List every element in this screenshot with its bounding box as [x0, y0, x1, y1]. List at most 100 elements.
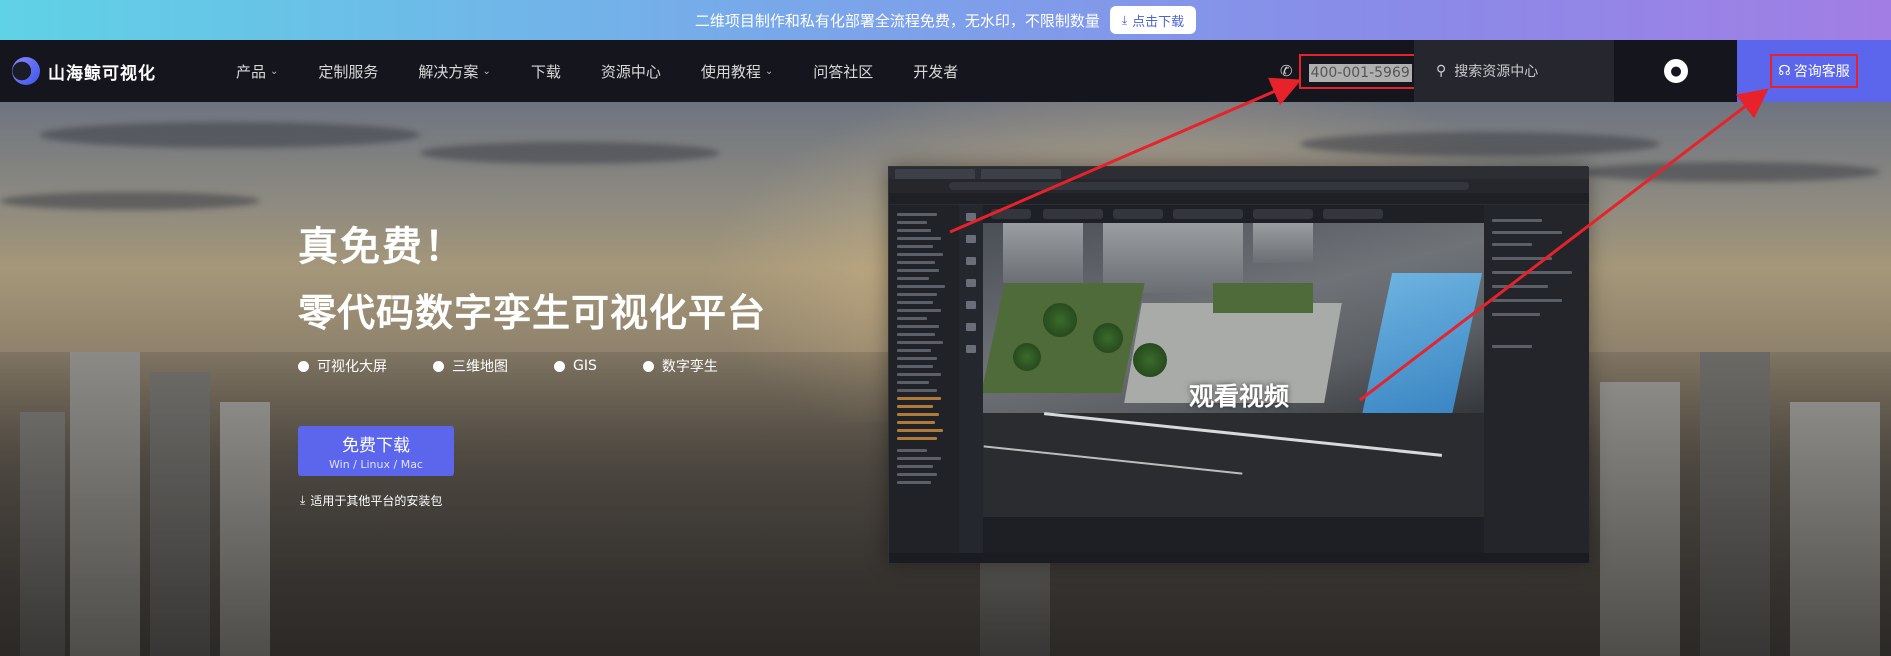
building	[1790, 402, 1880, 656]
cloud	[40, 122, 420, 148]
feature-item: 可视化大屏	[298, 356, 387, 376]
nav-item-label: 定制服务	[318, 62, 379, 81]
logo-icon	[12, 57, 40, 85]
layer-row	[897, 465, 933, 468]
layer-row	[897, 449, 927, 452]
layer-row	[897, 373, 941, 376]
layer-row	[897, 405, 933, 408]
download-icon: ⤓	[300, 493, 306, 507]
feature-label: GIS	[573, 358, 597, 374]
platforms-label: Win / Linux / Mac	[329, 458, 423, 471]
layer-row	[897, 421, 935, 424]
nav-item-label: 下载	[530, 62, 561, 81]
video-preview[interactable]: 观看视频	[888, 166, 1589, 563]
feature-item: 数字孪生	[642, 356, 718, 376]
scene-toolbar	[983, 205, 1484, 223]
tool-icon	[966, 257, 976, 265]
building	[20, 412, 65, 656]
nav-item-label: 使用教程	[700, 62, 761, 81]
browser-tab	[895, 169, 975, 179]
layer-row	[897, 253, 943, 256]
consult-button[interactable]: ☊ 咨询客服	[1770, 54, 1858, 88]
other-platforms-label: 适用于其他平台的安装包	[310, 494, 443, 508]
promo-text: 二维项目制作和私有化部署全流程免费，无水印，不限制数量	[694, 11, 1100, 30]
property-row	[1492, 345, 1532, 348]
promo-download-button[interactable]: ⤓ 点击下载	[1109, 6, 1197, 34]
property-row	[1492, 243, 1532, 246]
address-field	[949, 182, 1469, 190]
layer-row	[897, 277, 929, 280]
free-download-button[interactable]: 免费下载 Win / Linux / Mac	[298, 426, 454, 476]
scene-tree	[1133, 343, 1167, 377]
scene-building	[1253, 223, 1313, 263]
layer-row	[897, 229, 931, 232]
chevron-down-icon: ⌄	[482, 65, 491, 77]
layer-row	[897, 317, 927, 320]
tool-icon	[966, 323, 976, 331]
chevron-down-icon: ⌄	[764, 65, 774, 77]
nav-item-community[interactable]: 问答社区	[813, 61, 873, 82]
property-row	[1492, 299, 1562, 302]
feature-label: 数字孪生	[661, 359, 718, 375]
layer-row	[897, 293, 937, 296]
nav-item-tutorials[interactable]: 使用教程 ⌄	[701, 61, 773, 82]
scene-tree	[1093, 323, 1123, 353]
layer-row	[897, 301, 933, 304]
layer-row	[897, 413, 939, 416]
nav-menu: 产品 ⌄ 定制服务 解决方案 ⌄ 下载 资源中心 使用教程 ⌄ 问答社区 开发者	[236, 40, 998, 102]
layer-row	[897, 245, 933, 248]
headset-icon: ☊	[1778, 63, 1791, 79]
layer-row	[897, 389, 937, 392]
watch-video-label[interactable]: 观看视频	[1189, 377, 1289, 413]
layer-row	[897, 325, 939, 328]
toolbar-chip	[1043, 209, 1103, 219]
tool-icon	[966, 345, 976, 353]
logo[interactable]: 山海鲸可视化	[12, 40, 156, 102]
top-nav: 山海鲸可视化 产品 ⌄ 定制服务 解决方案 ⌄ 下载 资源中心 使用教程 ⌄ 问…	[0, 40, 1891, 102]
nav-item-developer[interactable]: 开发者	[913, 61, 958, 82]
layer-row	[897, 333, 935, 336]
feature-label: 可视化大屏	[317, 359, 387, 375]
browser-address-bar	[889, 179, 1589, 193]
phone-highlight-box: 400-001-5969	[1298, 53, 1422, 89]
browser-tab	[981, 169, 1061, 179]
property-row	[1492, 285, 1548, 288]
phone-contact[interactable]: ✆ 400-001-5969	[1280, 40, 1422, 102]
3d-scene-viewport	[983, 223, 1484, 517]
building	[70, 352, 140, 656]
property-row	[1492, 271, 1572, 274]
nav-item-custom-service[interactable]: 定制服务	[318, 61, 378, 82]
nav-item-solutions[interactable]: 解决方案 ⌄	[418, 61, 490, 82]
toolbar-chip	[1253, 209, 1313, 219]
search-icon: ⚲	[1436, 63, 1447, 79]
feature-list: 可视化大屏 三维地图 GIS 数字孪生	[298, 356, 764, 376]
browser-tabs	[889, 167, 1589, 179]
layer-row	[897, 381, 929, 384]
other-platforms-link[interactable]: ⤓ 适用于其他平台的安装包	[300, 492, 442, 509]
nav-item-label: 问答社区	[813, 62, 874, 81]
building	[1600, 382, 1680, 656]
layer-row	[897, 397, 941, 400]
phone-icon: ✆	[1280, 62, 1293, 80]
tool-icon	[966, 235, 976, 243]
user-avatar-icon[interactable]: ●	[1664, 59, 1688, 83]
nav-item-resources[interactable]: 资源中心	[601, 61, 661, 82]
property-row	[1492, 313, 1540, 316]
building	[220, 402, 270, 656]
layer-row	[897, 309, 941, 312]
promo-banner: 二维项目制作和私有化部署全流程免费，无水印，不限制数量 ⤓ 点击下载	[0, 0, 1891, 40]
nav-item-label: 解决方案	[418, 62, 479, 81]
property-row	[1492, 219, 1542, 222]
nav-item-product[interactable]: 产品 ⌄	[236, 61, 278, 82]
scene-road	[983, 413, 1484, 517]
layer-row	[897, 365, 933, 368]
tool-icon	[966, 301, 976, 309]
bullet-icon	[642, 360, 654, 372]
search-box[interactable]: ⚲ 搜索资源中心	[1414, 40, 1614, 102]
hero-section: 真免费！ 零代码数字孪生可视化平台 可视化大屏 三维地图 GIS 数字孪生 免费…	[0, 102, 1891, 656]
layer-row	[897, 269, 939, 272]
tool-icon	[966, 213, 976, 221]
bullet-icon	[554, 360, 565, 372]
feature-item: GIS	[554, 356, 597, 376]
nav-item-download[interactable]: 下载	[531, 61, 561, 82]
